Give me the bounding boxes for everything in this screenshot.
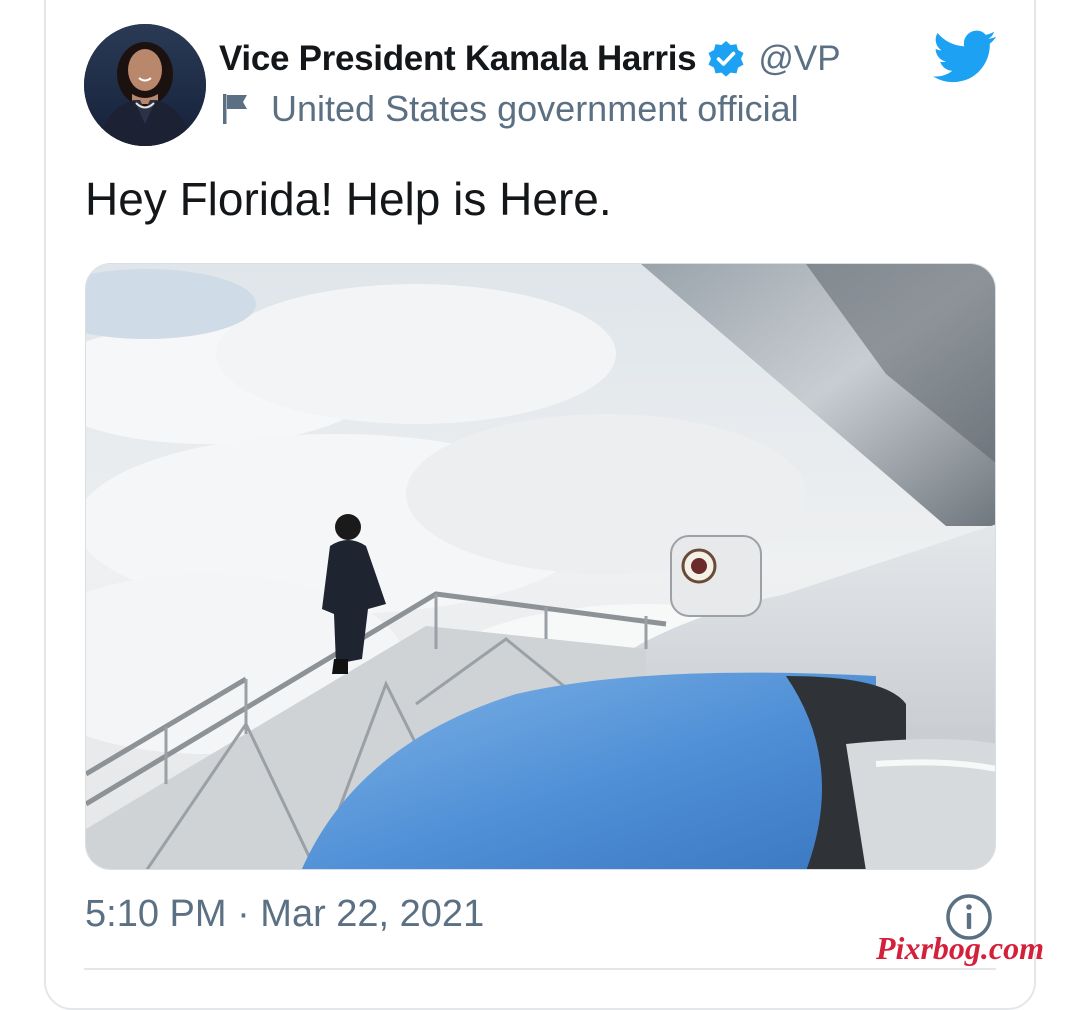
handle[interactable]: @VP xyxy=(758,39,840,79)
verified-badge-icon xyxy=(706,39,746,79)
watermark: Pixrbog.com xyxy=(876,930,1044,966)
divider xyxy=(84,968,996,970)
display-name[interactable]: Vice President Kamala Harris xyxy=(219,39,697,79)
tweet-text: Hey Florida! Help is Here. xyxy=(85,173,612,225)
account-label-row: United States government official xyxy=(221,86,799,132)
author-row: Vice President Kamala Harris @VP xyxy=(219,36,841,82)
avatar[interactable] xyxy=(84,24,206,146)
tweet-photo[interactable] xyxy=(85,263,996,870)
twitter-bird-icon[interactable] xyxy=(933,30,997,84)
account-label[interactable]: United States government official xyxy=(271,88,799,130)
flag-icon xyxy=(221,92,251,126)
tweet-timestamp[interactable]: 5:10 PM · Mar 22, 2021 xyxy=(85,893,484,936)
